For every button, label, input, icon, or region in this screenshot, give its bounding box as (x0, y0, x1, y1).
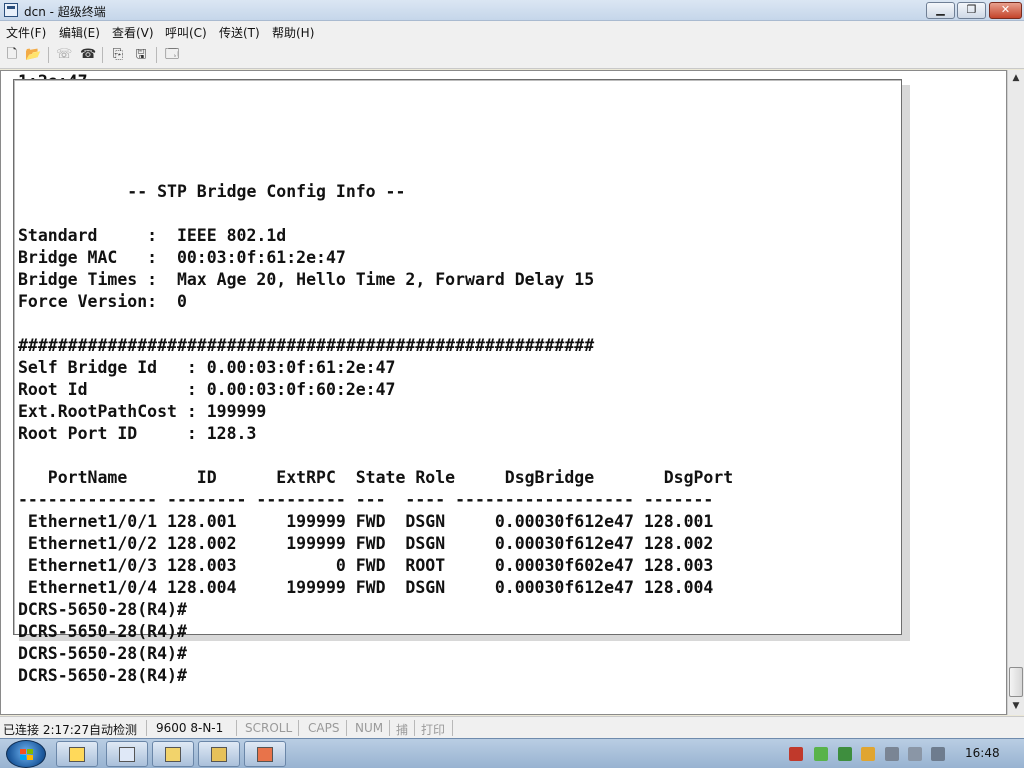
maximize-button[interactable]: ❐ (957, 2, 986, 19)
properties-icon[interactable]: 🗔 (164, 47, 180, 63)
device-icon[interactable] (908, 747, 922, 761)
update-icon[interactable] (861, 747, 875, 761)
scroll-down-icon[interactable]: ▼ (1008, 698, 1024, 714)
vertical-scrollbar[interactable]: ▲ ▼ (1007, 70, 1024, 715)
window-title: dcn - 超级终端 (24, 5, 106, 19)
receive-icon[interactable]: 🖫 (133, 47, 149, 63)
status-print: 打印 (421, 723, 446, 737)
scroll-up-icon[interactable]: ▲ (1008, 70, 1024, 86)
toolbar: 🗋 📂 ☏ ☎ ⎘ 🖫 🗔 (0, 42, 1024, 69)
status-port: 9600 8-N-1 (156, 721, 224, 735)
start-button[interactable] (6, 740, 46, 768)
terminal-line: Ethernet1/0/3 128.003 0 FWD ROOT 0.00030… (18, 556, 714, 575)
toolbar-separator (156, 47, 157, 63)
status-detect: 自动检测 (89, 723, 138, 737)
status-connected: 已连接 2:17:27 (3, 723, 90, 737)
taskbar-powerpoint-button[interactable] (244, 741, 286, 767)
status-capture: 捕 (396, 723, 409, 737)
terminal-line: Self Bridge Id : 0.00:03:0f:61:2e:47 (18, 358, 396, 377)
terminal-line: DCRS-5650-28(R4)# (18, 600, 187, 619)
terminal-line: -- STP Bridge Config Info -- (18, 182, 406, 201)
terminal-line: Root Port ID : 128.3 (18, 424, 257, 443)
terminal-line: Bridge MAC : 00:03:0f:61:2e:47 (18, 248, 346, 267)
minimize-button[interactable]: ▁ (926, 2, 955, 19)
status-num: NUM (355, 721, 384, 735)
volume-icon[interactable] (931, 747, 945, 761)
terminal-line: Ethernet1/0/2 128.002 199999 FWD DSGN 0.… (18, 534, 714, 553)
menu-help[interactable]: 帮助(H) (272, 24, 314, 41)
taskbar-explorer-button[interactable] (152, 741, 194, 767)
menu-bar: 文件(F) 编辑(E) 查看(V) 呼叫(C) 传送(T) 帮助(H) (0, 21, 1024, 42)
word-icon (119, 747, 135, 762)
taskbar-word-button[interactable] (106, 741, 148, 767)
terminal-line: PortName ID ExtRPC State Role DsgBridge … (18, 468, 734, 487)
menu-call[interactable]: 呼叫(C) (165, 24, 207, 41)
status-bar: 已连接 2:17:27 自动检测 9600 8-N-1 SCROLL CAPS … (0, 716, 1024, 738)
terminal-line: Ext.RootPathCost : 199999 (18, 402, 267, 421)
terminal-icon (211, 747, 227, 762)
terminal-line: Force Version: 0 (18, 292, 187, 311)
connect-icon[interactable]: ☎ (80, 47, 96, 63)
new-icon[interactable]: 🗋 (4, 47, 20, 63)
windows-logo-icon (20, 749, 34, 761)
status-separator (452, 720, 453, 736)
menu-view[interactable]: 查看(V) (112, 24, 154, 41)
send-icon[interactable]: ⎘ (110, 47, 126, 63)
taskbar-terminal-button[interactable] (198, 741, 240, 767)
status-caps: CAPS (308, 721, 340, 735)
status-separator (236, 720, 237, 736)
terminal-line: DCRS-5650-28(R4)# (18, 622, 187, 641)
terminal-line: DCRS-5650-28(R4)# (18, 644, 187, 663)
usb-icon[interactable] (885, 747, 899, 761)
terminal-line: DCRS-5650-28(R4)# (18, 666, 187, 685)
status-separator (146, 720, 147, 736)
terminal-line: Ethernet1/0/1 128.001 199999 FWD DSGN 0.… (18, 512, 714, 531)
hyperterminal-window: dcn - 超级终端 ▁ ❐ ✕ 文件(F) 编辑(E) 查看(V) 呼叫(C)… (0, 0, 1024, 738)
open-icon[interactable]: 📂 (25, 47, 41, 63)
status-separator (389, 720, 390, 736)
taskbar: 16:48 (0, 738, 1024, 768)
network-icon[interactable] (789, 747, 803, 761)
shield-icon[interactable] (838, 747, 852, 761)
toolbar-separator (102, 47, 103, 63)
powerpoint-icon (257, 747, 273, 762)
status-separator (298, 720, 299, 736)
terminal-line: -------------- -------- --------- --- --… (18, 490, 714, 509)
menu-file[interactable]: 文件(F) (6, 24, 46, 41)
terminal-line: Root Id : 0.00:03:0f:60:2e:47 (18, 380, 396, 399)
menu-transfer[interactable]: 传送(T) (219, 24, 260, 41)
status-scroll: SCROLL (245, 721, 293, 735)
app-icon[interactable] (4, 3, 18, 17)
taskbar-clock[interactable]: 16:48 (965, 746, 1000, 760)
toolbar-separator (48, 47, 49, 63)
terminal-line: Ethernet1/0/4 128.004 199999 FWD DSGN 0.… (18, 578, 714, 597)
menu-edit[interactable]: 编辑(E) (59, 24, 100, 41)
battery-icon[interactable] (814, 747, 828, 761)
status-separator (346, 720, 347, 736)
taskbar-ie-button[interactable] (56, 741, 98, 767)
status-separator (414, 720, 415, 736)
terminal-line: Standard : IEEE 802.1d (18, 226, 287, 245)
disconnect-icon[interactable]: ☏ (56, 47, 72, 63)
title-bar[interactable]: dcn - 超级终端 ▁ ❐ ✕ (0, 0, 1024, 21)
close-button[interactable]: ✕ (989, 2, 1022, 19)
terminal-line: ########################################… (18, 336, 595, 355)
ie-icon (69, 747, 85, 762)
box-shadow-right (902, 85, 910, 638)
scroll-thumb[interactable] (1009, 667, 1023, 697)
terminal-line: Bridge Times : Max Age 20, Hello Time 2,… (18, 270, 595, 289)
explorer-icon (165, 747, 181, 762)
